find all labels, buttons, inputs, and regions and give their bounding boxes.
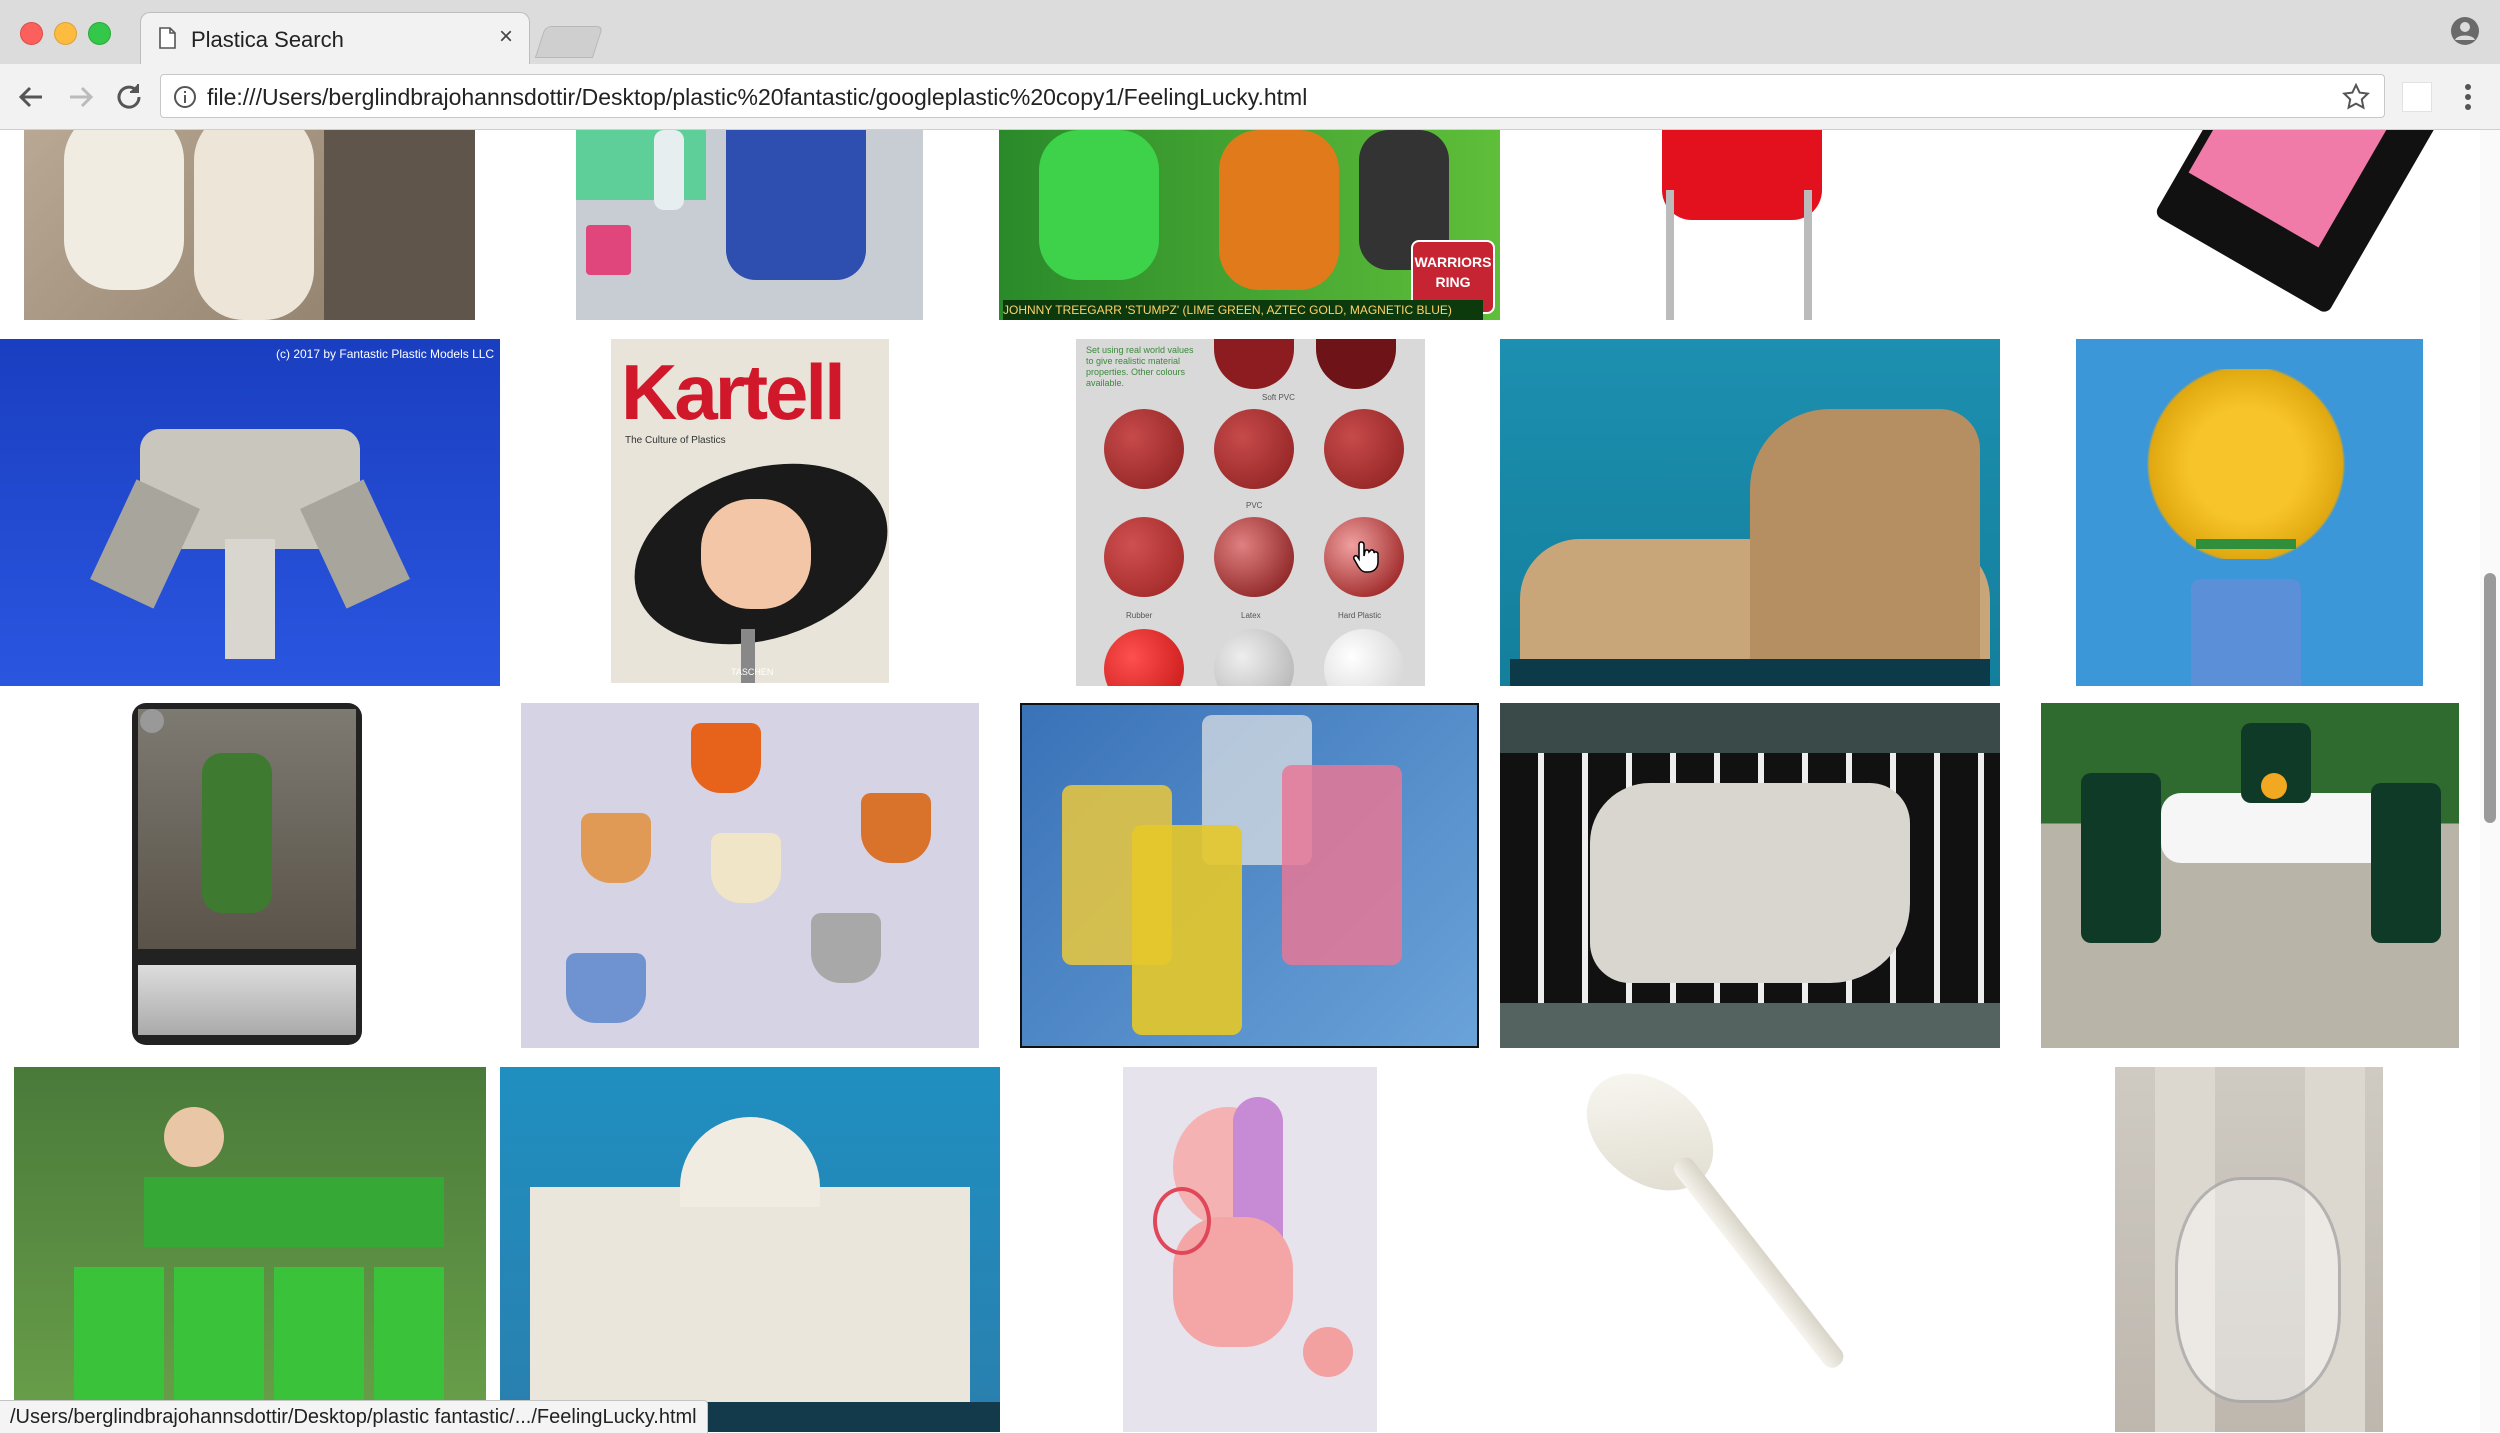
image-white-plastic-cylinders[interactable] xyxy=(24,130,475,320)
chart-label-rubber: Rubber xyxy=(1126,611,1153,620)
menu-dots-icon[interactable] xyxy=(2460,80,2476,114)
image-spaceship-model[interactable]: (c) 2017 by Fantastic Plastic Models LLC xyxy=(0,339,500,686)
image-colosseum-model[interactable] xyxy=(1500,339,2000,686)
scrollbar-thumb[interactable] xyxy=(2484,573,2496,823)
warriors-caption: JOHNNY TREEGARR 'STUMPZ' (LIME GREEN, AZ… xyxy=(1003,300,1483,320)
image-pony-toy[interactable] xyxy=(1123,1067,1377,1432)
kartell-subtitle: The Culture of Plastics xyxy=(625,435,726,446)
kartell-title: Kartell xyxy=(621,348,846,436)
chart-label-pvc: PVC xyxy=(1246,501,1263,510)
tab-strip: Plastica Search × xyxy=(0,0,2500,64)
warriors-ring-text: RING xyxy=(1435,274,1471,290)
image-material-color-chart[interactable]: Set using real world values to give real… xyxy=(1076,339,1425,686)
hand-pointer-icon xyxy=(1353,541,1379,573)
chart-note: Set using real world values to give real… xyxy=(1086,345,1194,388)
image-plastic-thimbles[interactable] xyxy=(521,703,979,1048)
image-clear-plastic-bag[interactable] xyxy=(2115,1067,2383,1432)
image-warriors-figures[interactable]: WARRIORS RING JOHNNY TREEGARR 'STUMPZ' (… xyxy=(999,130,1500,320)
tab-close-icon[interactable]: × xyxy=(499,25,513,49)
image-garden-furniture[interactable] xyxy=(2041,703,2459,1048)
url-text: file:///Users/berglindbrajohannsdottir/D… xyxy=(207,84,1308,110)
image-pink-compact[interactable] xyxy=(2038,130,2458,320)
image-people-with-bins[interactable] xyxy=(14,1067,486,1432)
info-icon[interactable] xyxy=(173,85,197,109)
image-plastic-figure-floor[interactable] xyxy=(1500,703,2000,1048)
window-close-button[interactable] xyxy=(20,22,43,45)
image-plastic-spoon[interactable] xyxy=(1500,1067,2000,1432)
spaceship-copyright: (c) 2017 by Fantastic Plastic Models LLC xyxy=(276,347,495,361)
tab-title: Plastica Search xyxy=(191,27,344,52)
image-red-chair[interactable] xyxy=(1562,130,1972,320)
warriors-logo-text: WARRIORS xyxy=(1414,254,1492,270)
browser-toolbar: file:///Users/berglindbrajohannsdottir/D… xyxy=(0,64,2500,130)
image-blue-bucket[interactable] xyxy=(576,130,923,320)
image-yellow-flowers-vase[interactable] xyxy=(2076,339,2423,686)
image-green-army-man[interactable] xyxy=(132,703,362,1045)
image-kartell-book[interactable]: Kartell The Culture of Plastics TASCHEN xyxy=(611,339,889,683)
chart-label-soft-pvc: Soft PVC xyxy=(1262,393,1295,402)
document-icon xyxy=(159,27,176,49)
image-building-model[interactable] xyxy=(500,1067,1000,1432)
tab-plastica-search[interactable]: Plastica Search × xyxy=(140,12,530,64)
image-pellet-vials[interactable] xyxy=(1020,703,1479,1048)
new-tab-button[interactable] xyxy=(534,26,604,58)
address-bar[interactable]: file:///Users/berglindbrajohannsdottir/D… xyxy=(160,74,2385,118)
chart-label-latex: Latex xyxy=(1241,611,1261,620)
reload-icon[interactable] xyxy=(112,80,146,114)
window-maximize-button[interactable] xyxy=(88,22,111,45)
forward-arrow-icon[interactable] xyxy=(64,80,98,114)
chart-label-hard-plastic: Hard Plastic xyxy=(1338,611,1382,620)
extension-icon[interactable] xyxy=(2402,82,2432,112)
profile-icon[interactable] xyxy=(2450,16,2480,46)
image-grid: WARRIORS RING JOHNNY TREEGARR 'STUMPZ' (… xyxy=(0,130,2500,1432)
back-arrow-icon[interactable] xyxy=(14,80,48,114)
bookmark-star-icon[interactable] xyxy=(2342,83,2370,111)
status-bar-url: /Users/berglindbrajohannsdottir/Desktop/… xyxy=(0,1400,708,1433)
kartell-publisher: TASCHEN xyxy=(731,667,774,677)
window-minimize-button[interactable] xyxy=(54,22,77,45)
